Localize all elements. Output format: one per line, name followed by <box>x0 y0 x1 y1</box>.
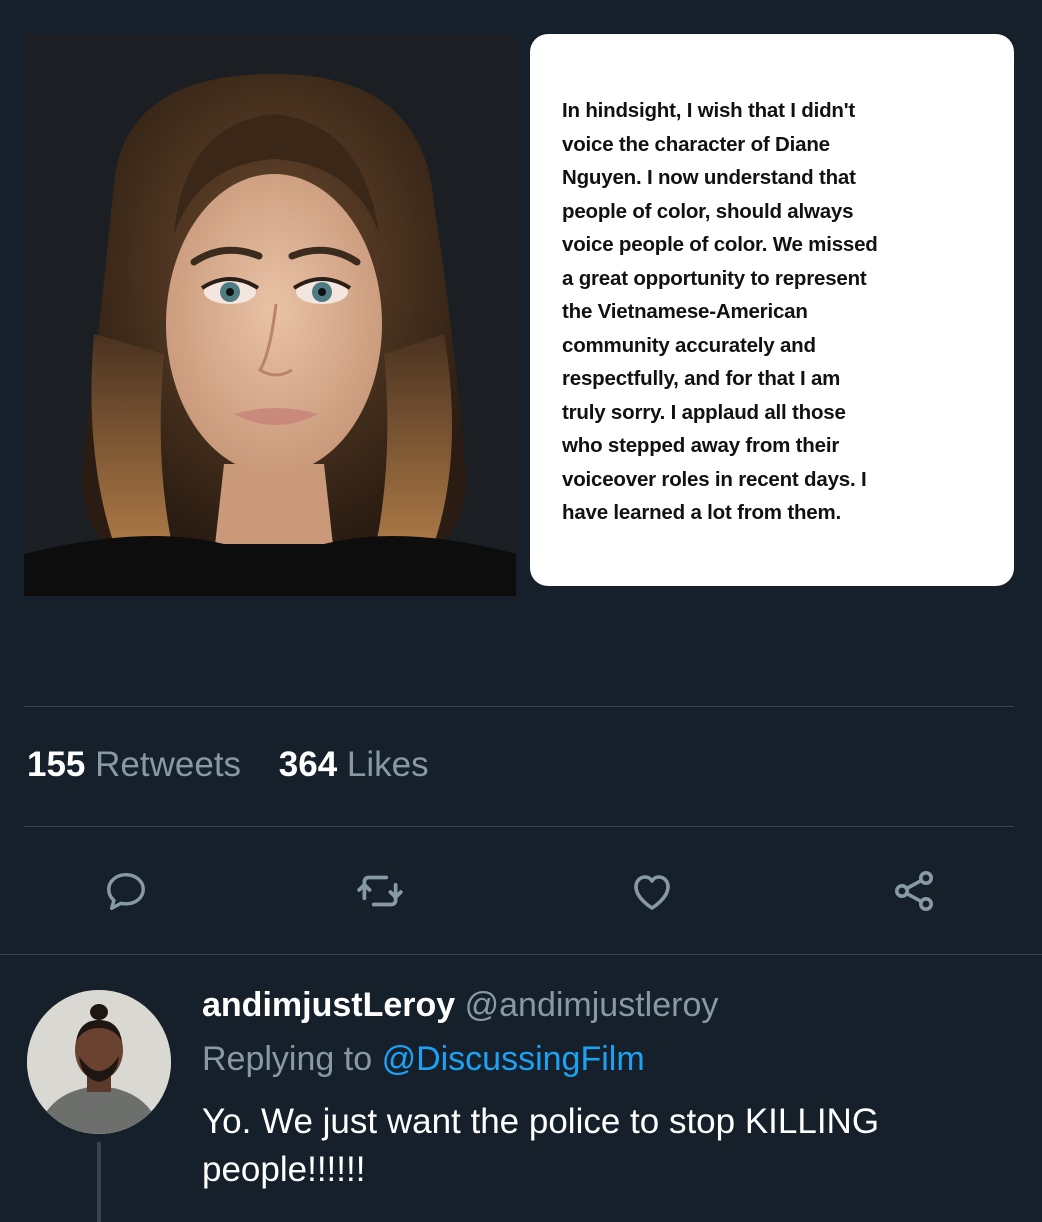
retweets-label: Retweets <box>95 745 242 784</box>
quote-text: In hindsight, I wish that I didn't voice… <box>562 99 878 524</box>
divider-bottom <box>0 954 1042 955</box>
quote-card-image[interactable]: In hindsight, I wish that I didn't voice… <box>530 34 1014 586</box>
like-stat[interactable]: 364 Likes <box>279 745 457 784</box>
tweet-stats: 155 Retweets 364 Likes <box>27 745 457 785</box>
retweet-stat[interactable]: 155 Retweets <box>27 745 279 784</box>
replying-prefix: Replying to <box>202 1040 373 1078</box>
thread-line <box>97 1142 101 1222</box>
reply-button[interactable] <box>101 866 151 916</box>
like-icon <box>634 875 670 910</box>
reply-display-name[interactable]: andimjustLeroy <box>202 986 455 1024</box>
share-icon <box>895 871 933 911</box>
tweet-photo[interactable] <box>24 34 516 596</box>
replying-mention-link[interactable]: @DiscussingFilm <box>382 1040 645 1078</box>
avatar[interactable] <box>27 990 171 1134</box>
reply-header: andimjustLeroy @andimjustleroy <box>202 986 718 1025</box>
reply-handle[interactable]: @andimjustleroy <box>465 986 719 1024</box>
avatar-image <box>27 990 171 1134</box>
divider-top <box>24 706 1014 707</box>
reply-icon <box>107 872 145 910</box>
divider-middle <box>24 826 1014 827</box>
likes-count: 364 <box>278 745 338 784</box>
reply-text: Yo. We just want the police to stop KILL… <box>202 1102 880 1189</box>
share-button[interactable] <box>889 866 939 916</box>
portrait-image <box>24 34 516 596</box>
likes-label: Likes <box>346 745 429 784</box>
like-button[interactable] <box>627 866 677 916</box>
retweet-button[interactable] <box>355 866 405 916</box>
replying-to-line: Replying to @DiscussingFilm <box>202 1040 645 1079</box>
reply-tweet[interactable]: andimjustLeroy @andimjustleroy Replying … <box>0 960 1042 1222</box>
retweets-count: 155 <box>27 745 86 784</box>
retweet-icon <box>357 875 403 907</box>
